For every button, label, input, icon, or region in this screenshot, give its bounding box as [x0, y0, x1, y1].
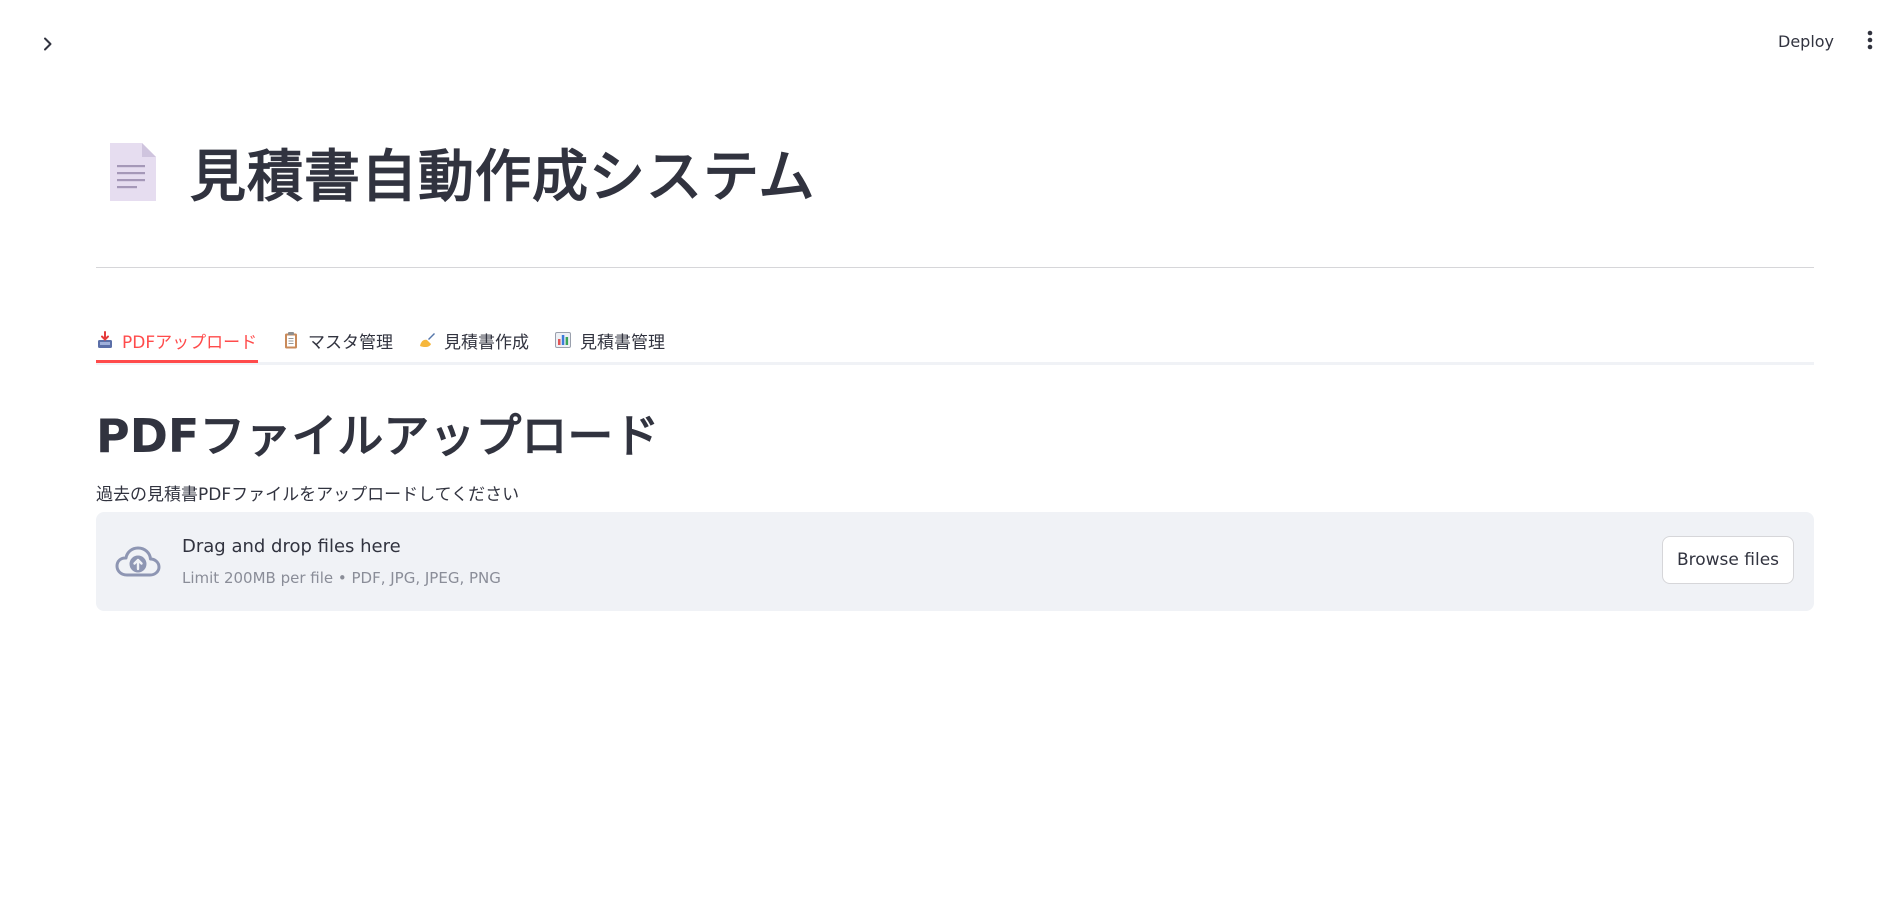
- chevron-right-icon: [44, 37, 52, 51]
- tab-bar: PDFアップロード マスタ管理 見積書作成 見積書管理: [96, 318, 1814, 365]
- file-uploader-dropzone[interactable]: Drag and drop files here Limit 200MB per…: [96, 512, 1814, 611]
- inbox-tray-icon: [98, 331, 112, 348]
- page-facing-up-icon: [110, 143, 156, 201]
- tab-label: PDFアップロード: [122, 332, 258, 353]
- tab-quote-create[interactable]: 見積書作成: [418, 318, 529, 362]
- section-caption: 過去の見積書PDFファイルをアップロードしてください: [96, 485, 520, 505]
- divider: [96, 267, 1814, 268]
- browse-files-button[interactable]: Browse files: [1662, 536, 1794, 584]
- deploy-button[interactable]: Deploy: [1772, 28, 1840, 55]
- title-row: 見積書自動作成システム: [96, 136, 815, 210]
- sidebar-toggle-button[interactable]: [36, 32, 60, 56]
- main-menu-button[interactable]: [1862, 28, 1878, 52]
- writing-hand-icon: [420, 333, 435, 348]
- tab-quote-management[interactable]: 見積書管理: [554, 318, 665, 362]
- tab-pdf-upload[interactable]: PDFアップロード: [96, 318, 257, 362]
- active-tab-indicator: [96, 360, 258, 363]
- app-root: Deploy 見積書自動作成システム PDFアップロード マスタ管理 見積書作成…: [0, 0, 1902, 912]
- page-title: 見積書自動作成システム: [190, 144, 816, 210]
- tab-label: 見積書管理: [580, 332, 665, 353]
- vertical-ellipsis-icon: [1867, 30, 1873, 50]
- clipboard-icon: [285, 332, 297, 349]
- tab-master-management[interactable]: マスタ管理: [282, 318, 393, 362]
- tab-label: マスタ管理: [308, 332, 393, 353]
- cloud-upload-icon: [115, 546, 161, 577]
- section-title: PDFファイルアップロード: [96, 409, 660, 463]
- tab-label: 見積書作成: [444, 332, 529, 353]
- dropzone-instructions: Drag and drop files here: [182, 536, 401, 557]
- dropzone-limit-text: Limit 200MB per file • PDF, JPG, JPEG, P…: [182, 569, 501, 587]
- bar-chart-icon: [555, 332, 571, 348]
